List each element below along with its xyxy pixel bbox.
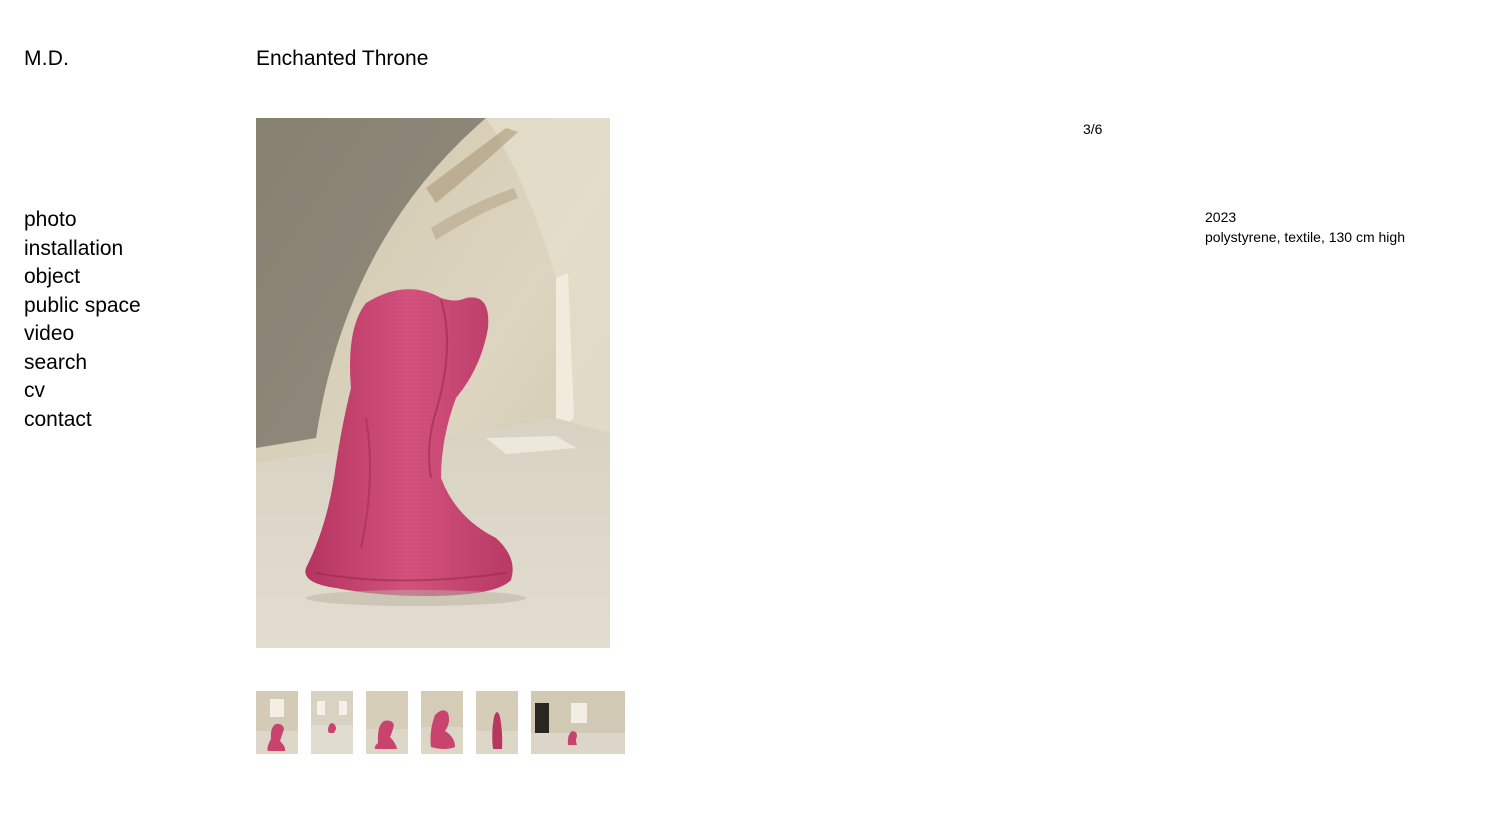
- thumbnail-2[interactable]: [311, 691, 353, 754]
- thumbnail-image: [311, 691, 353, 754]
- nav-item-cv[interactable]: cv: [24, 377, 141, 406]
- thumbnail-image: [531, 691, 625, 754]
- thumbnail-image: [366, 691, 408, 754]
- thumbnail-1[interactable]: [256, 691, 298, 754]
- nav-item-photo[interactable]: photo: [24, 206, 141, 235]
- nav-item-contact[interactable]: contact: [24, 406, 141, 435]
- main-artwork-image[interactable]: [256, 118, 610, 648]
- thumbnail-6[interactable]: [531, 691, 625, 754]
- artwork-year: 2023: [1205, 209, 1237, 225]
- thumbnail-5[interactable]: [476, 691, 518, 754]
- thumbnail-3[interactable]: [366, 691, 408, 754]
- nav-item-installation[interactable]: installation: [24, 235, 141, 264]
- nav-item-object[interactable]: object: [24, 263, 141, 292]
- nav-item-search[interactable]: search: [24, 349, 141, 378]
- artwork-photo: [256, 118, 610, 648]
- artwork-details: 2023 polystyrene, textile, 130 cm high: [1205, 207, 1405, 247]
- nav-item-public-space[interactable]: public space: [24, 292, 141, 321]
- thumbnail-image: [476, 691, 518, 754]
- site-logo[interactable]: M.D.: [24, 45, 69, 73]
- page-title: Enchanted Throne: [256, 47, 429, 70]
- artwork-materials: polystyrene, textile, 130 cm high: [1205, 229, 1405, 245]
- thumbnail-image: [421, 691, 463, 754]
- main-nav: photo installation object public space v…: [24, 206, 141, 434]
- image-counter: 3/6: [1083, 121, 1103, 137]
- nav-item-video[interactable]: video: [24, 320, 141, 349]
- thumbnail-4[interactable]: [421, 691, 463, 754]
- thumbnail-image: [256, 691, 298, 754]
